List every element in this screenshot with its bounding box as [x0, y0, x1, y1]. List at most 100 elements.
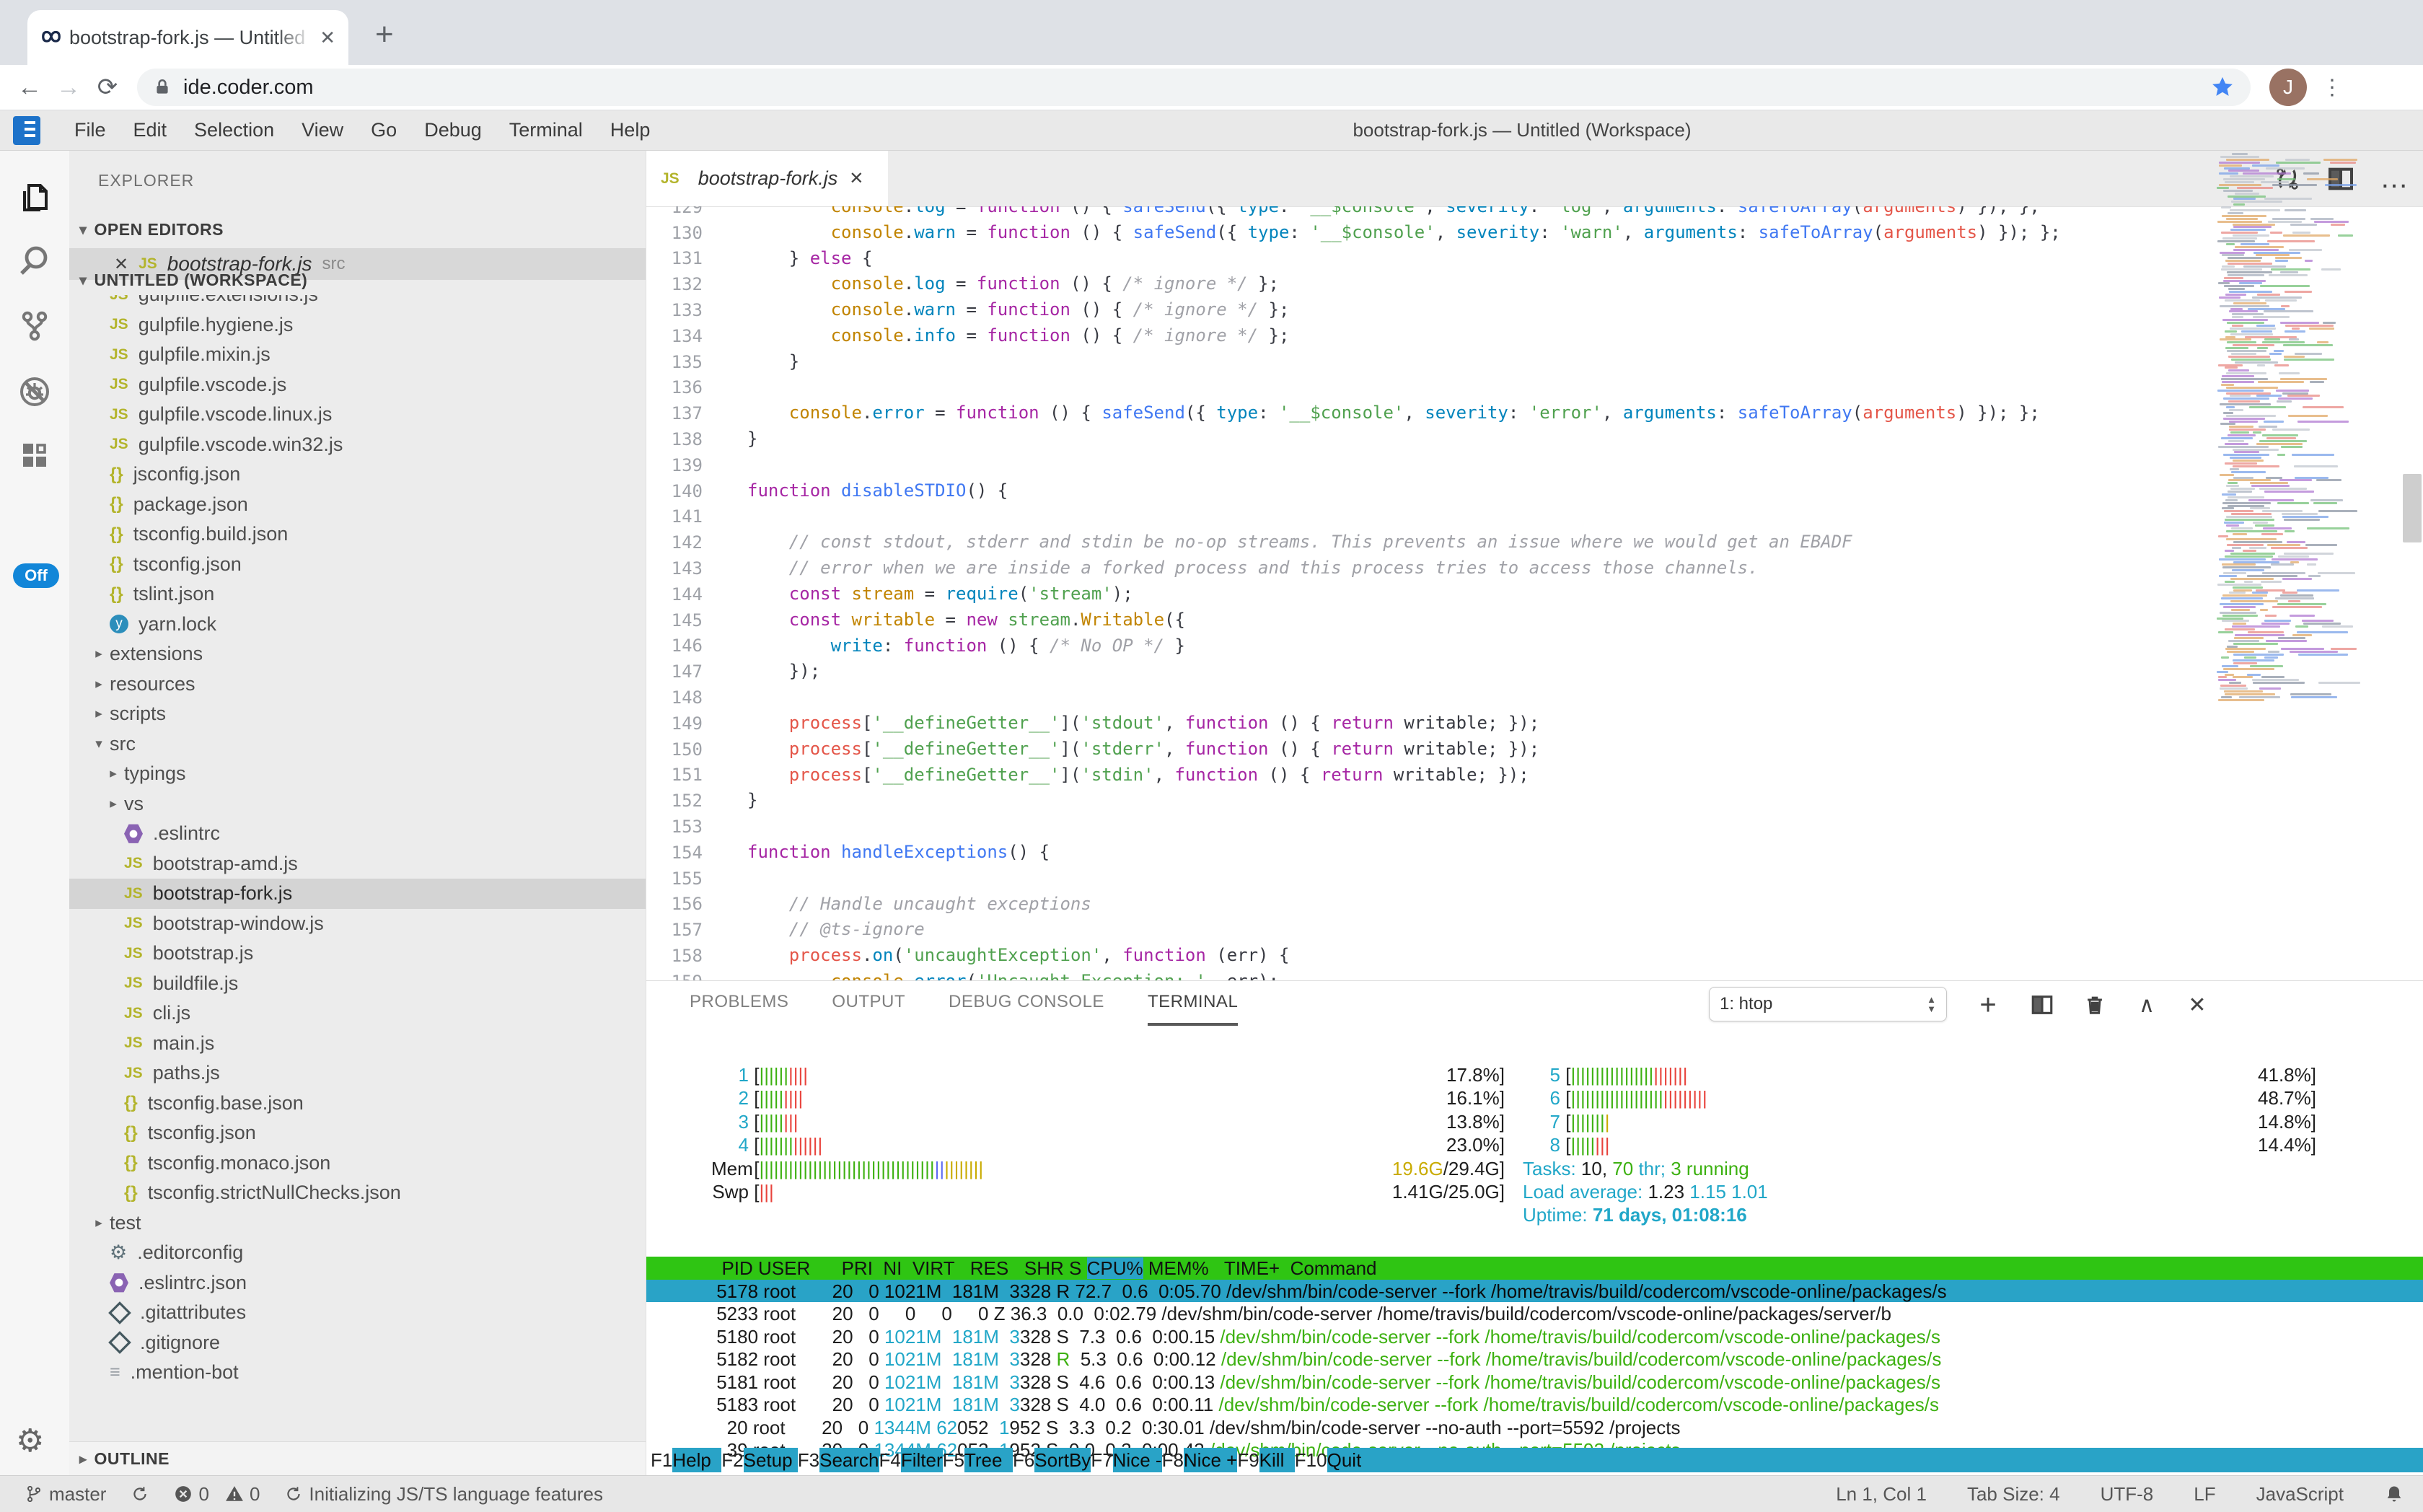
- tree-item-.editorconfig[interactable]: ⚙.editorconfig: [69, 1238, 646, 1268]
- tree-item-bootstrap-window.js[interactable]: JSbootstrap-window.js: [69, 909, 646, 939]
- cursor-position[interactable]: Ln 1, Col 1: [1836, 1483, 1927, 1506]
- tree-item-tsconfig.json[interactable]: {}tsconfig.json: [69, 1118, 646, 1148]
- avatar[interactable]: J: [2269, 69, 2307, 106]
- reload-icon[interactable]: ⟳: [88, 73, 127, 102]
- editor-tab[interactable]: JS bootstrap-fork.js ✕: [646, 151, 888, 206]
- tree-item-tsconfig.strictNullChecks.json[interactable]: {}tsconfig.strictNullChecks.json: [69, 1178, 646, 1208]
- tree-item-gulpfile.vscode.win32.js[interactable]: JSgulpfile.vscode.win32.js: [69, 430, 646, 460]
- tree-item-bootstrap-fork.js[interactable]: JSbootstrap-fork.js: [69, 879, 646, 909]
- tree-item-.gitattributes[interactable]: .gitattributes: [69, 1298, 646, 1328]
- tree-item-main.js[interactable]: JSmain.js: [69, 1029, 646, 1059]
- menu-edit[interactable]: Edit: [133, 119, 167, 141]
- browser-tab[interactable]: bootstrap-fork.js — Untitled (W ✕: [27, 10, 348, 65]
- editor-scrollbar[interactable]: [2403, 474, 2422, 542]
- split-terminal-icon[interactable]: [2026, 988, 2059, 1021]
- manage-gear-icon[interactable]: ⚙: [16, 1423, 44, 1459]
- search-icon[interactable]: [17, 243, 52, 278]
- tree-item-bootstrap-amd.js[interactable]: JSbootstrap-amd.js: [69, 849, 646, 879]
- tree-item-vs[interactable]: ▸vs: [69, 789, 646, 819]
- tree-item-tsconfig.build.json[interactable]: {}tsconfig.build.json: [69, 519, 646, 550]
- tree-item-package.json[interactable]: {}package.json: [69, 490, 646, 520]
- minimap[interactable]: [2214, 153, 2369, 701]
- tree-item-.eslintrc.json[interactable]: .eslintrc.json: [69, 1268, 646, 1298]
- tree-item-scripts[interactable]: ▸scripts: [69, 699, 646, 729]
- tree-item-src[interactable]: ▾src: [69, 729, 646, 760]
- telemetry-off-badge[interactable]: Off: [13, 563, 59, 588]
- more-actions-icon[interactable]: …: [2380, 162, 2410, 195]
- workspace-section[interactable]: ▾ UNTITLED (WORKSPACE): [69, 265, 646, 295]
- tree-item-gulpfile.hygiene.js[interactable]: JSgulpfile.hygiene.js: [69, 310, 646, 340]
- extensions-icon[interactable]: [17, 439, 52, 474]
- tree-item-resources[interactable]: ▸resources: [69, 669, 646, 700]
- panel-tab-debug-console[interactable]: DEBUG CONSOLE: [949, 981, 1104, 1026]
- back-icon[interactable]: ←: [10, 74, 49, 102]
- terminal-select[interactable]: 1: htop ▲▼: [1709, 987, 1947, 1021]
- process-row[interactable]: 5182 root 20 0 1021M 181M 3328 R 5.3 0.6…: [646, 1348, 2423, 1371]
- terminal-content[interactable]: 1 [||||||||||17.8%]5 [||||||||||||||||||…: [711, 1026, 2423, 1475]
- tree-item-.gitignore[interactable]: .gitignore: [69, 1328, 646, 1358]
- address-bar[interactable]: ide.coder.com: [137, 69, 2251, 106]
- tree-item-.mention-bot[interactable]: ≡.mention-bot: [69, 1358, 646, 1388]
- menu-terminal[interactable]: Terminal: [509, 119, 583, 141]
- panel-tab-problems[interactable]: PROBLEMS: [690, 981, 788, 1026]
- sync-button[interactable]: [131, 1485, 149, 1503]
- tree-item-yarn.lock[interactable]: yyarn.lock: [69, 610, 646, 640]
- explorer-icon[interactable]: [17, 180, 52, 214]
- menu-debug[interactable]: Debug: [424, 119, 482, 141]
- open-editors-section[interactable]: ▾ OPEN EDITORS: [69, 214, 646, 245]
- tree-item-test[interactable]: ▸test: [69, 1208, 646, 1239]
- tree-item-cli.js[interactable]: JScli.js: [69, 998, 646, 1029]
- menu-help[interactable]: Help: [610, 119, 651, 141]
- browser-tab-close-icon[interactable]: ✕: [320, 27, 335, 49]
- menu-go[interactable]: Go: [371, 119, 397, 141]
- app-logo-icon[interactable]: [13, 116, 40, 145]
- branch-indicator[interactable]: master: [25, 1483, 106, 1506]
- tree-item-typings[interactable]: ▸typings: [69, 759, 646, 789]
- new-tab-button[interactable]: +: [375, 19, 394, 50]
- tree-item-paths.js[interactable]: JSpaths.js: [69, 1058, 646, 1089]
- panel-tab-terminal[interactable]: TERMINAL: [1148, 981, 1238, 1026]
- tree-item-buildfile.js[interactable]: JSbuildfile.js: [69, 969, 646, 999]
- source-control-icon[interactable]: [17, 308, 52, 343]
- editor-tab-close-icon[interactable]: ✕: [849, 168, 863, 189]
- tree-item-gulpfile.mixin.js[interactable]: JSgulpfile.mixin.js: [69, 340, 646, 370]
- process-row[interactable]: 5181 root 20 0 1021M 181M 3328 S 4.6 0.6…: [646, 1371, 2423, 1394]
- process-row[interactable]: 5183 root 20 0 1021M 181M 3328 S 4.0 0.6…: [646, 1393, 2423, 1416]
- problems-indicator[interactable]: 0 0: [174, 1483, 260, 1506]
- url-text[interactable]: ide.coder.com: [183, 76, 2210, 100]
- code-editor[interactable]: 129 console.log = function () { safeSend…: [646, 206, 2423, 983]
- maximize-panel-icon[interactable]: ∧: [2130, 988, 2163, 1021]
- kill-terminal-icon[interactable]: [2078, 988, 2111, 1021]
- process-row[interactable]: 5180 root 20 0 1021M 181M 3328 S 7.3 0.6…: [646, 1325, 2423, 1348]
- menu-view[interactable]: View: [302, 119, 343, 141]
- notifications-bell[interactable]: [2384, 1484, 2404, 1504]
- tree-item-tslint.json[interactable]: {}tslint.json: [69, 579, 646, 610]
- tree-item-tsconfig.monaco.json[interactable]: {}tsconfig.monaco.json: [69, 1148, 646, 1179]
- tree-item-bootstrap.js[interactable]: JSbootstrap.js: [69, 939, 646, 969]
- forward-icon[interactable]: →: [49, 74, 88, 102]
- browser-menu-icon[interactable]: ⋮: [2321, 75, 2344, 100]
- tab-size[interactable]: Tab Size: 4: [1967, 1483, 2060, 1506]
- new-terminal-icon[interactable]: +: [1971, 988, 2005, 1021]
- outline-section[interactable]: ▸ OUTLINE: [69, 1441, 646, 1475]
- tree-item-jsconfig.json[interactable]: {}jsconfig.json: [69, 460, 646, 490]
- process-row[interactable]: 5178 root 20 0 1021M 181M 3328 R 72.7 0.…: [646, 1280, 2423, 1303]
- process-row[interactable]: 20 root 20 0 1344M 62052 1952 S 3.3 0.2 …: [646, 1416, 2423, 1439]
- encoding[interactable]: UTF-8: [2101, 1483, 2154, 1506]
- tree-item-.eslintrc[interactable]: .eslintrc: [69, 819, 646, 849]
- tree-item-extensions[interactable]: ▸extensions: [69, 639, 646, 669]
- close-panel-icon[interactable]: ✕: [2181, 988, 2214, 1021]
- language-status[interactable]: Initializing JS/TS language features: [284, 1483, 603, 1506]
- tree-item-gulpfile.vscode.js[interactable]: JSgulpfile.vscode.js: [69, 370, 646, 400]
- panel-tab-output[interactable]: OUTPUT: [832, 981, 905, 1026]
- tree-item-tsconfig.json[interactable]: {}tsconfig.json: [69, 550, 646, 580]
- tree-item-gulpfile.vscode.linux.js[interactable]: JSgulpfile.vscode.linux.js: [69, 400, 646, 430]
- process-row[interactable]: 5233 root 20 0 0 0 0 Z 36.3 0.0 0:02.79 …: [646, 1302, 2423, 1325]
- bookmark-star-icon[interactable]: [2210, 75, 2235, 100]
- eol[interactable]: LF: [2194, 1483, 2215, 1506]
- tree-item-tsconfig.base.json[interactable]: {}tsconfig.base.json: [69, 1089, 646, 1119]
- debug-disabled-icon[interactable]: [17, 374, 52, 409]
- language-mode[interactable]: JavaScript: [2256, 1483, 2344, 1506]
- tree-item-gulpfile.extensions.js[interactable]: JSgulpfile.extensions.js: [69, 295, 646, 310]
- menu-file[interactable]: File: [74, 119, 106, 141]
